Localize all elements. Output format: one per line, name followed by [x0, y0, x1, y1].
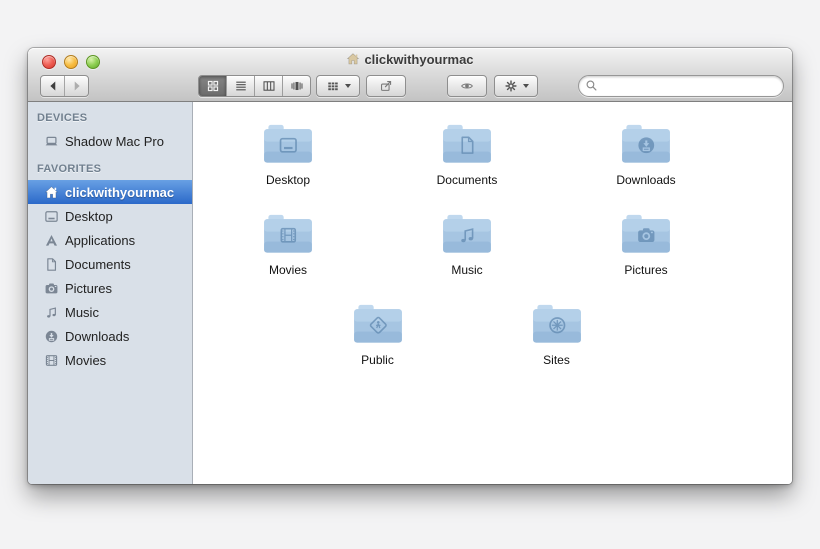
folder-desktop[interactable]: Desktop — [228, 122, 348, 187]
sidebar-section-devices: DEVICES Shadow Mac Pro — [28, 102, 192, 153]
sidebar-item-clickwithyourmac[interactable]: clickwithyourmac — [28, 180, 192, 204]
sidebar: DEVICES Shadow Mac Pro FAVORITES clickwithy… — [28, 102, 193, 484]
nav-buttons — [40, 75, 89, 97]
sidebar-item-label: Movies — [65, 352, 107, 368]
folder-music[interactable]: Music — [407, 212, 527, 277]
finder-window: clickwithyourmac DEVICES Shadow Mac Pro … — [28, 48, 792, 484]
arrange-grid-icon — [326, 79, 340, 93]
camera-icon — [44, 281, 59, 296]
back-button[interactable] — [41, 76, 64, 96]
folder-icon — [443, 124, 491, 163]
share-button[interactable] — [366, 75, 406, 97]
sidebar-item-shadow-mac-pro[interactable]: Shadow Mac Pro — [28, 129, 192, 153]
sidebar-section-header: FAVORITES — [37, 163, 102, 175]
home-icon — [346, 52, 360, 66]
sidebar-item-pictures[interactable]: Pictures — [28, 276, 192, 300]
folder-label: Downloads — [616, 173, 676, 187]
window-title-text: clickwithyourmac — [364, 52, 474, 67]
window-body: DEVICES Shadow Mac Pro FAVORITES clickwithy… — [28, 102, 792, 484]
folder-label: Documents — [436, 173, 498, 187]
sidebar-item-label: Downloads — [65, 328, 130, 344]
applications-icon — [44, 233, 59, 248]
share-icon — [379, 79, 393, 93]
folder-icon — [353, 304, 402, 343]
sidebar-item-label: Documents — [65, 256, 131, 272]
sidebar-item-label: Desktop — [65, 208, 113, 224]
search-field-wrap — [578, 75, 784, 97]
sidebar-item-music[interactable]: Music — [28, 300, 192, 324]
column-view-icon — [262, 79, 276, 93]
sidebar-item-label: clickwithyourmac — [65, 184, 175, 200]
folder-sites[interactable]: Sites — [497, 302, 617, 367]
eye-icon — [460, 79, 474, 93]
folder-label: Movies — [268, 263, 307, 277]
sidebar-item-applications[interactable]: Applications — [28, 228, 192, 252]
film-icon — [44, 353, 59, 368]
arrange-button[interactable] — [316, 75, 360, 97]
quicklook-button[interactable] — [447, 75, 487, 97]
sidebar-item-label: Music — [65, 304, 99, 320]
coverflow-view-icon — [290, 79, 304, 93]
sidebar-section-favorites: FAVORITES clickwithyourmac Desktop Applicat… — [28, 153, 192, 372]
column-view-button[interactable] — [254, 76, 282, 96]
folder-icon — [264, 124, 312, 163]
folder-icon — [443, 214, 491, 253]
sidebar-item-downloads[interactable]: Downloads — [28, 324, 192, 348]
folder-label: Pictures — [624, 263, 668, 277]
document-icon — [44, 257, 59, 272]
download-icon — [44, 329, 59, 344]
sidebar-section-header: DEVICES — [37, 112, 88, 124]
download-glyph — [638, 137, 655, 154]
icon-view-icon — [206, 79, 220, 93]
folder-label: Music — [451, 263, 483, 277]
coverflow-view-button[interactable] — [282, 76, 310, 96]
window-chrome: clickwithyourmac — [28, 48, 792, 102]
folder-label: Public — [361, 353, 394, 367]
sidebar-item-label: Shadow Mac Pro — [65, 133, 164, 149]
folder-icon — [264, 214, 312, 253]
window-title: clickwithyourmac — [28, 52, 792, 67]
sidebar-item-documents[interactable]: Documents — [28, 252, 192, 276]
action-button[interactable] — [494, 75, 538, 97]
compass-glyph — [548, 317, 565, 334]
chevron-down-icon — [344, 84, 351, 88]
chevron-left-icon — [46, 79, 60, 93]
gear-icon — [504, 79, 518, 93]
sidebar-item-desktop[interactable]: Desktop — [28, 204, 192, 228]
folder-pictures[interactable]: Pictures — [586, 212, 706, 277]
sidebar-item-label: Applications — [65, 232, 136, 248]
laptop-icon — [44, 134, 59, 149]
magnifier-icon — [585, 79, 598, 92]
sidebar-item-movies[interactable]: Movies — [28, 348, 192, 372]
icon-view-button[interactable] — [199, 76, 226, 96]
view-mode-segmented-control — [198, 75, 311, 97]
search-input[interactable] — [578, 75, 784, 97]
folder-public[interactable]: Public — [318, 302, 438, 367]
content-area: Desktop Documents Downloads Movies Music… — [193, 102, 792, 484]
list-view-button[interactable] — [226, 76, 254, 96]
folder-downloads[interactable]: Downloads — [586, 122, 706, 187]
desktop-icon — [44, 209, 59, 224]
music-note-icon — [44, 305, 59, 320]
home-icon — [44, 185, 59, 200]
folder-label: Sites — [543, 353, 570, 367]
folder-documents[interactable]: Documents — [407, 122, 527, 187]
list-view-icon — [234, 79, 248, 93]
chevron-right-icon — [70, 79, 84, 93]
sidebar-item-label: Pictures — [65, 280, 112, 296]
folder-icon — [532, 304, 581, 343]
folder-icon — [622, 124, 670, 163]
chevron-down-icon — [522, 84, 529, 88]
folder-label: Desktop — [265, 173, 311, 187]
folder-icon — [622, 214, 670, 253]
forward-button[interactable] — [64, 76, 88, 96]
folder-movies[interactable]: Movies — [228, 212, 348, 277]
